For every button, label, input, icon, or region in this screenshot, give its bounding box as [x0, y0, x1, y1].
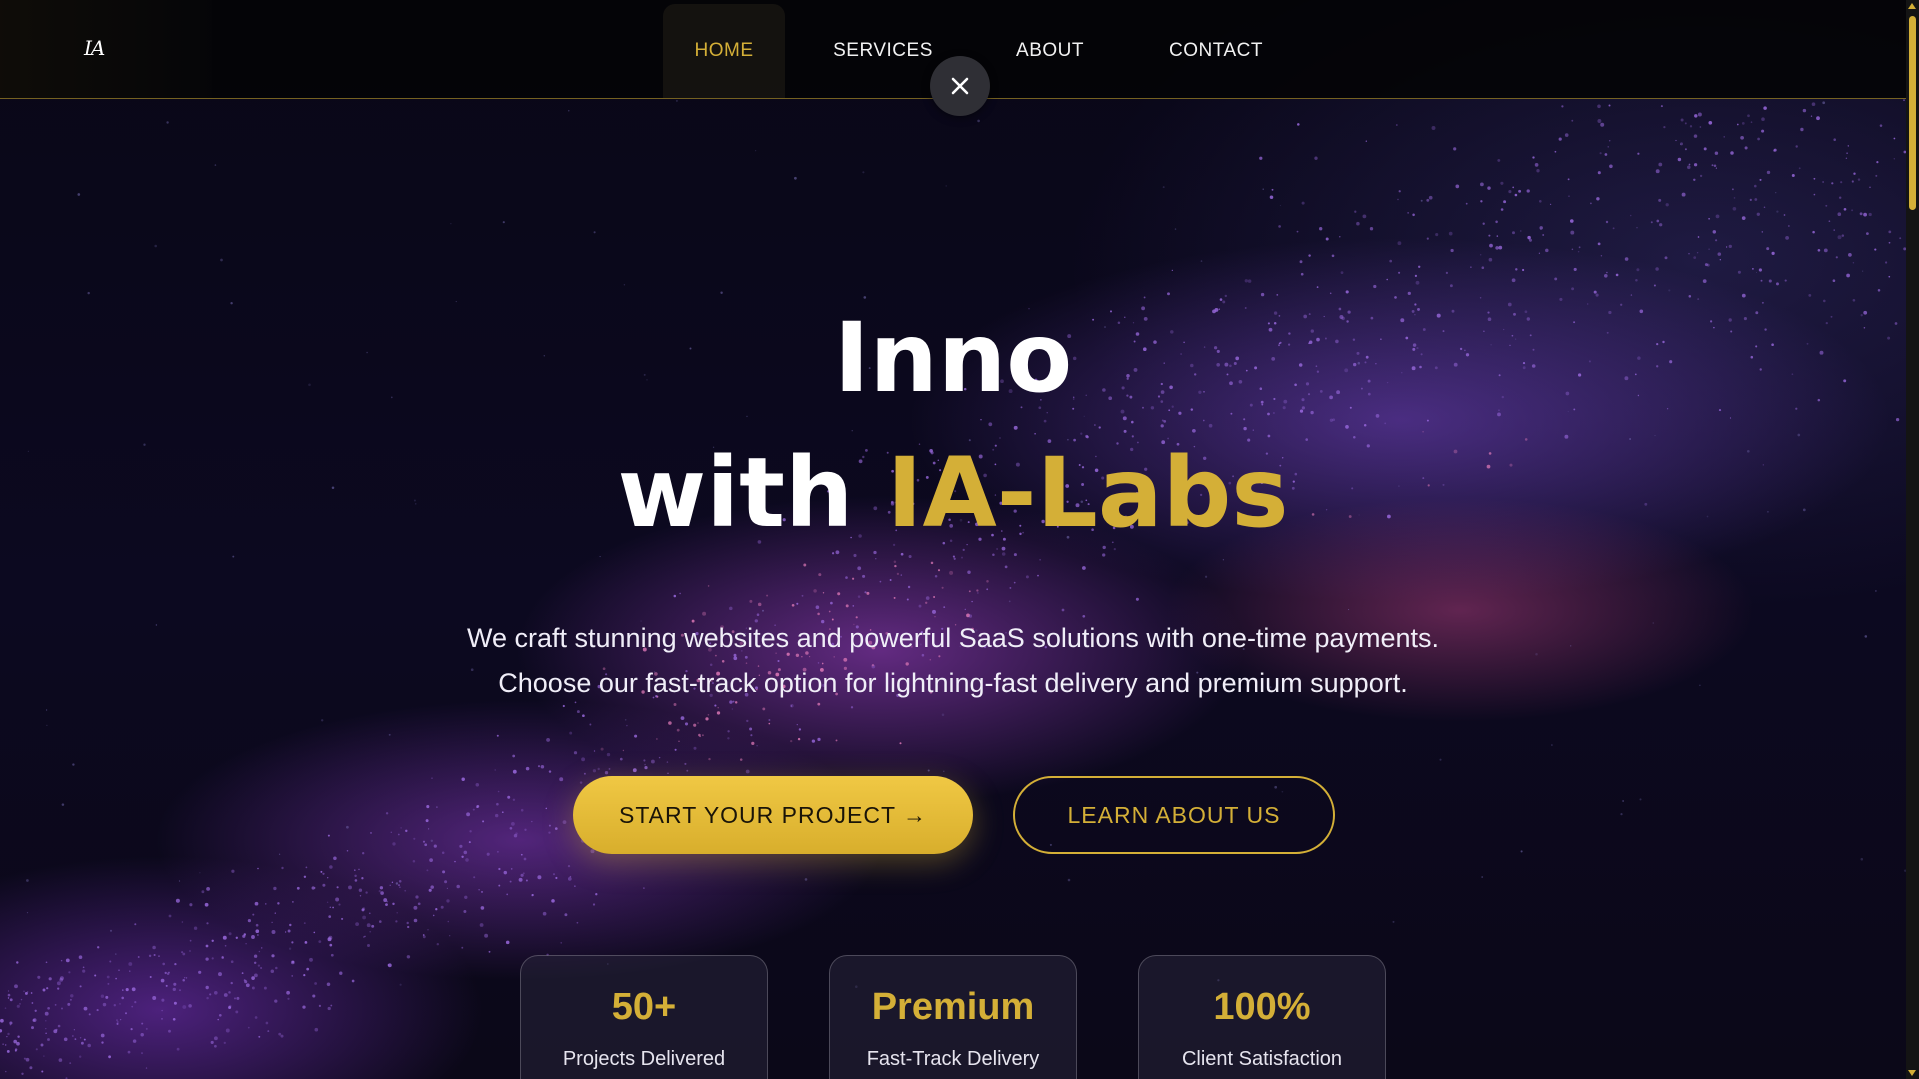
hero-title-prefix: with	[617, 437, 887, 549]
landing-page: IA HOME SERVICES ABOUT CONTACT Inno with…	[0, 0, 1919, 1079]
logo-container[interactable]: IA	[0, 0, 212, 98]
close-menu-button[interactable]	[930, 56, 990, 116]
vertical-scrollbar[interactable]	[1906, 0, 1919, 1079]
hero-title-line2: with IA-Labs	[0, 433, 1906, 553]
scroll-down-arrow-icon[interactable]	[1908, 1070, 1916, 1076]
brand-logo[interactable]: IA	[84, 36, 105, 60]
scroll-up-arrow-icon[interactable]	[1908, 3, 1916, 9]
stat-card-projects: 50+ Projects Delivered	[520, 955, 768, 1079]
start-project-button[interactable]: START YOUR PROJECT →	[573, 776, 973, 854]
nav-item-home[interactable]: HOME	[663, 4, 785, 98]
hero-title-brand: IA-Labs	[886, 437, 1289, 549]
learn-about-us-button[interactable]: LEARN ABOUT US	[1013, 776, 1335, 854]
stat-value: 100%	[1213, 986, 1311, 1028]
stat-card-satisfaction: 100% Client Satisfaction	[1138, 955, 1386, 1079]
stat-label: Projects Delivered	[562, 1048, 726, 1070]
stat-label: Client Satisfaction	[1181, 1048, 1343, 1070]
hero-title-line1: Inno	[833, 302, 1073, 414]
scrollbar-thumb[interactable]	[1909, 16, 1916, 210]
navbar: IA HOME SERVICES ABOUT CONTACT	[0, 0, 1906, 116]
stat-value: 50+	[611, 986, 677, 1028]
stat-card-delivery: Premium Fast-Track Delivery	[829, 955, 1077, 1079]
close-icon	[951, 77, 969, 95]
hero-subtitle-line1: We craft stunning websites and powerful …	[467, 623, 1439, 653]
hero-subtitle-line2: Choose our fast-track option for lightni…	[498, 668, 1408, 698]
stat-label: Fast-Track Delivery	[866, 1048, 1040, 1070]
stat-value: Premium	[871, 986, 1035, 1028]
nav-item-about[interactable]: ABOUT	[981, 4, 1119, 98]
nav-item-contact[interactable]: CONTACT	[1119, 4, 1313, 98]
